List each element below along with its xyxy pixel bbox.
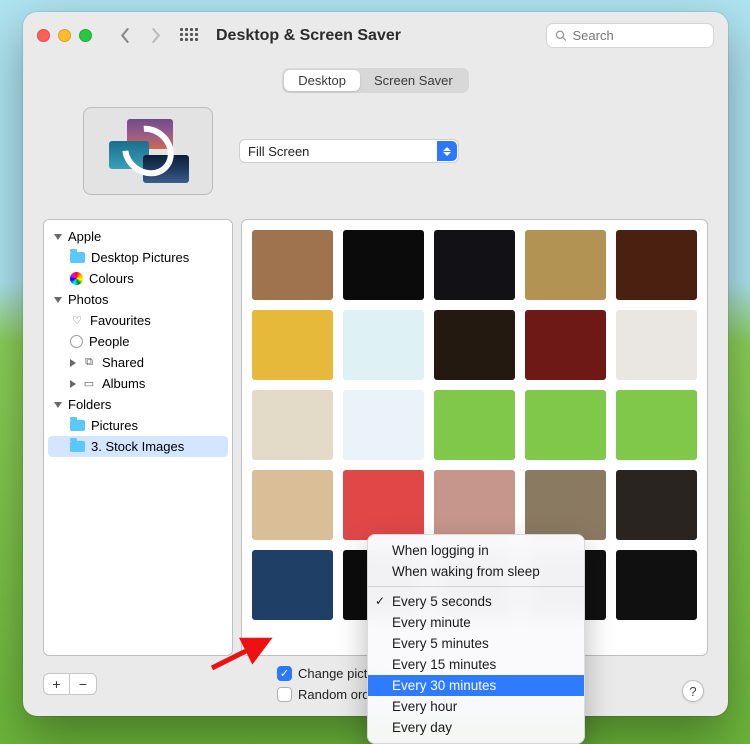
thumbnail[interactable]: [252, 390, 333, 460]
sidebar-item-favourites[interactable]: ♡ Favourites: [48, 310, 228, 331]
sidebar-item-label: 3. Stock Images: [91, 439, 184, 454]
random-order-checkbox[interactable]: [277, 687, 292, 702]
add-folder-button[interactable]: +: [44, 674, 70, 694]
fill-mode-value: Fill Screen: [240, 144, 317, 159]
thumbnail[interactable]: [525, 230, 606, 300]
shared-icon: ⧉: [82, 356, 96, 370]
sidebar-item-pictures-folder[interactable]: Pictures: [48, 415, 228, 436]
thumbnail[interactable]: [252, 230, 333, 300]
folder-icon: [70, 252, 85, 263]
interval-menu[interactable]: When logging in When waking from sleep ✓…: [367, 534, 585, 744]
thumbnail[interactable]: [434, 390, 515, 460]
menu-item-30-minutes[interactable]: Every 30 minutes: [368, 675, 584, 696]
sidebar-item-label: People: [89, 334, 129, 349]
menu-item-1-hour[interactable]: Every hour: [368, 696, 584, 717]
add-remove-buttons: + −: [43, 673, 97, 695]
thumbnail[interactable]: [616, 390, 697, 460]
search-field[interactable]: [546, 23, 714, 48]
chevron-down-icon: [54, 402, 62, 408]
sidebar-item-desktop-pictures[interactable]: Desktop Pictures: [48, 247, 228, 268]
updown-caret-icon: [437, 141, 457, 161]
tabs: Desktop Screen Saver: [282, 68, 468, 93]
change-picture-checkbox[interactable]: ✓: [277, 666, 292, 681]
thumbnail[interactable]: [616, 230, 697, 300]
thumbnail[interactable]: [525, 310, 606, 380]
window-toolbar: Desktop & Screen Saver: [23, 12, 728, 56]
help-button[interactable]: ?: [682, 680, 704, 702]
chevron-right-icon: [70, 359, 76, 367]
folder-icon: [70, 420, 85, 431]
thumbnail[interactable]: [343, 470, 424, 540]
menu-item-waking[interactable]: When waking from sleep: [368, 561, 584, 582]
menu-item-5-minutes[interactable]: Every 5 minutes: [368, 633, 584, 654]
menu-separator: [368, 586, 584, 587]
thumbnail[interactable]: [434, 470, 515, 540]
sidebar-item-shared[interactable]: ⧉ Shared: [48, 352, 228, 373]
tab-desktop[interactable]: Desktop: [284, 70, 360, 91]
thumbnail[interactable]: [616, 550, 697, 620]
sidebar-item-label: Albums: [102, 376, 145, 391]
sidebar-item-label: Desktop Pictures: [91, 250, 189, 265]
sidebar-item-label: Pictures: [91, 418, 138, 433]
folder-icon: [70, 441, 85, 452]
album-icon: ▭: [82, 377, 96, 391]
sidebar-item-label: Colours: [89, 271, 134, 286]
sidebar-group-folders[interactable]: Folders: [48, 394, 228, 415]
color-wheel-icon: [70, 272, 83, 285]
fill-mode-select[interactable]: Fill Screen: [239, 139, 459, 163]
thumbnail[interactable]: [252, 310, 333, 380]
menu-item-5-seconds[interactable]: ✓Every 5 seconds: [368, 591, 584, 612]
sidebar-label: Apple: [68, 229, 101, 244]
desktop-preview: [83, 107, 213, 195]
sidebar-label: Photos: [68, 292, 108, 307]
thumbnail[interactable]: [343, 230, 424, 300]
thumbnail[interactable]: [343, 310, 424, 380]
tab-screensaver[interactable]: Screen Saver: [360, 70, 467, 91]
menu-item-1-day[interactable]: Every day: [368, 717, 584, 738]
traffic-lights: [37, 29, 92, 42]
sidebar-item-colours[interactable]: Colours: [48, 268, 228, 289]
thumbnail[interactable]: [434, 310, 515, 380]
menu-item-logging-in[interactable]: When logging in: [368, 540, 584, 561]
thumbnail[interactable]: [525, 390, 606, 460]
zoom-window-button[interactable]: [79, 29, 92, 42]
forward-button[interactable]: [142, 25, 168, 47]
search-input[interactable]: [572, 28, 705, 43]
window-title: Desktop & Screen Saver: [216, 27, 401, 45]
chevron-down-icon: [54, 297, 62, 303]
checkmark-icon: ✓: [375, 594, 385, 608]
thumbnail[interactable]: [252, 550, 333, 620]
sidebar-item-albums[interactable]: ▭ Albums: [48, 373, 228, 394]
sidebar-group-apple[interactable]: Apple: [48, 226, 228, 247]
sidebar-label: Folders: [68, 397, 111, 412]
heart-icon: ♡: [70, 314, 84, 328]
sidebar-item-label: Shared: [102, 355, 144, 370]
thumbnail[interactable]: [343, 390, 424, 460]
source-list[interactable]: Apple Desktop Pictures Colours Photos ♡ F…: [43, 219, 233, 656]
thumbnail[interactable]: [616, 310, 697, 380]
sidebar-group-photos[interactable]: Photos: [48, 289, 228, 310]
show-all-button[interactable]: [180, 28, 196, 44]
search-icon: [555, 29, 566, 42]
sidebar-item-stock-images-folder[interactable]: 3. Stock Images: [48, 436, 228, 457]
nav-buttons: [112, 25, 168, 47]
close-window-button[interactable]: [37, 29, 50, 42]
rotating-collage-icon: [103, 119, 193, 183]
person-icon: [70, 335, 83, 348]
sidebar-item-people[interactable]: People: [48, 331, 228, 352]
menu-item-1-minute[interactable]: Every minute: [368, 612, 584, 633]
thumbnail[interactable]: [434, 230, 515, 300]
chevron-right-icon: [70, 380, 76, 388]
grid-icon: [180, 28, 196, 44]
chevron-down-icon: [54, 234, 62, 240]
sidebar-item-label: Favourites: [90, 313, 151, 328]
menu-item-15-minutes[interactable]: Every 15 minutes: [368, 654, 584, 675]
thumbnail[interactable]: [525, 470, 606, 540]
remove-folder-button[interactable]: −: [70, 674, 96, 694]
thumbnail[interactable]: [252, 470, 333, 540]
minimize-window-button[interactable]: [58, 29, 71, 42]
thumbnail[interactable]: [616, 470, 697, 540]
back-button[interactable]: [112, 25, 138, 47]
